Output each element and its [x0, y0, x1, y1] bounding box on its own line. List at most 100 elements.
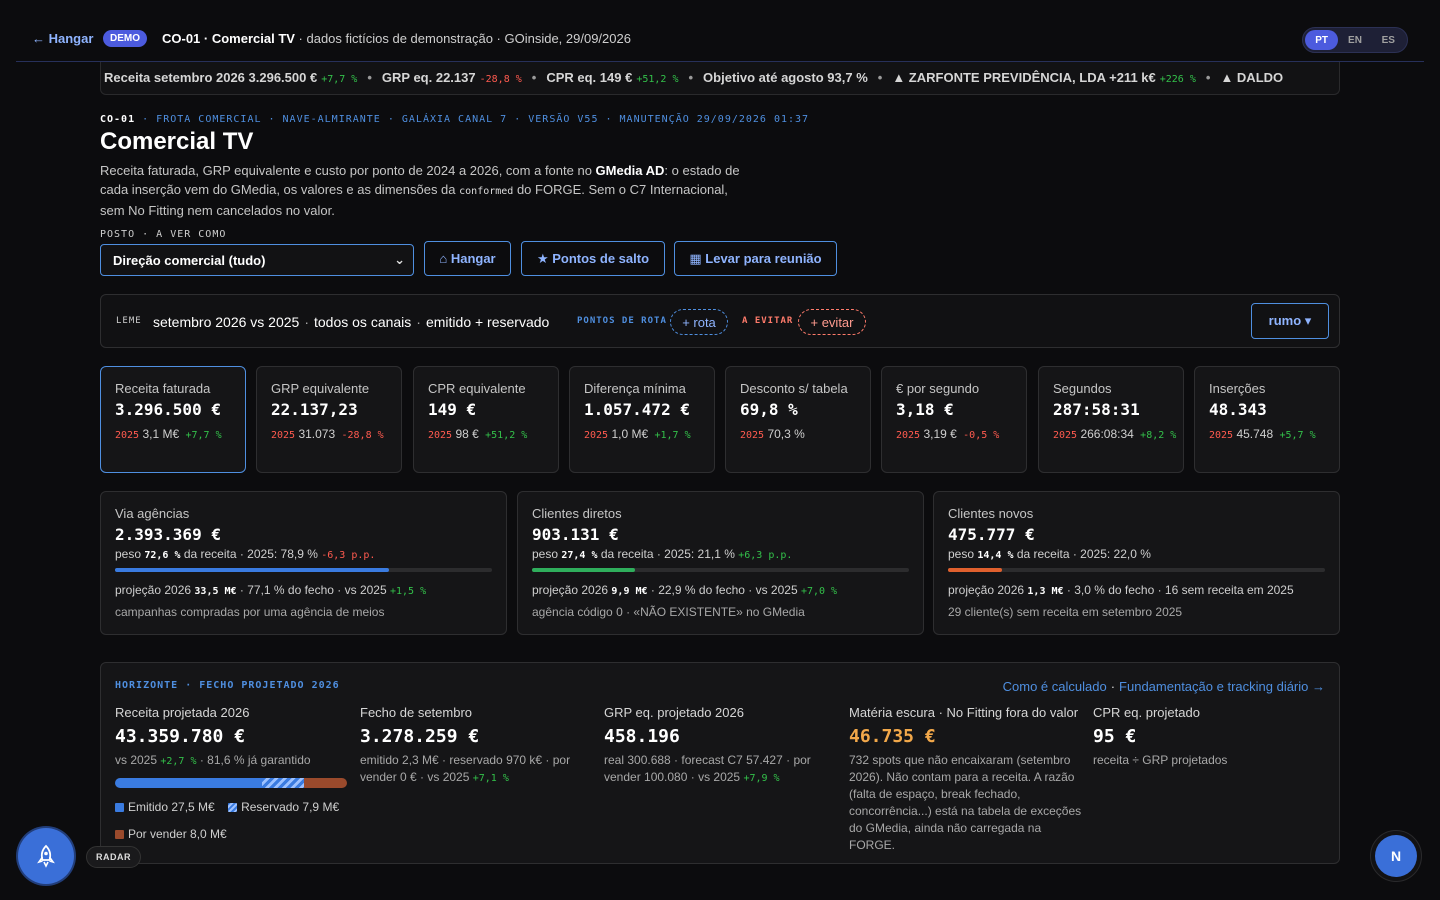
kpi-ticker: Receita setembro 2026 3.296.500 € +7,7 % •… [100, 62, 1340, 95]
kpi-comparison: 2025 98 € +51,2 % [428, 423, 558, 447]
kpi-card[interactable]: Diferença mínima 1.057.472 € 2025 1,0 M€ +… [569, 366, 715, 473]
kpi-comparison: 2025 45.748 +5,7 % [1209, 423, 1339, 447]
kpi-prev: 98 € [455, 427, 479, 441]
proj-text: projeção 2026 [532, 583, 612, 597]
user-avatar[interactable]: N [1370, 830, 1422, 882]
cpr-sub: receita ÷ GRP projetados [1093, 753, 1228, 767]
eyebrow-path: · FROTA COMERCIAL · NAVE-ALMIRANTE · GAL… [135, 114, 810, 125]
ticker-item: CPR eq. 149 € +51,2 % [546, 70, 678, 85]
kpi-delta: -0,5 % [963, 430, 1000, 441]
kpi-prev: 3,19 € [923, 427, 957, 441]
kpi-value: 69,8 % [740, 400, 798, 419]
kpi-label: GRP equivalente [271, 381, 370, 396]
share-text: da receita · 2025: 21,1 % [597, 547, 739, 561]
leme-label: LEME [116, 316, 142, 326]
add-avoid-pill[interactable]: + evitar [798, 309, 866, 335]
dark-matter-value: 46.735 € [849, 726, 936, 747]
kpi-value: 48.343 [1209, 400, 1267, 419]
jump-points-button[interactable]: ★ Pontos de salto [521, 241, 665, 276]
rocket-icon [37, 844, 55, 868]
revenue-stacked-bar [115, 778, 347, 788]
lang-es[interactable]: ES [1372, 30, 1405, 50]
kpi-value: 3,18 € [896, 400, 954, 419]
take-to-meeting-button[interactable]: ▦ Levar para reunião [674, 241, 837, 276]
kpi-card[interactable]: Desconto s/ tabela 69,8 % 2025 70,3 % [725, 366, 871, 473]
tracking-link[interactable]: Fundamentação e tracking diário → [1119, 679, 1325, 694]
legend-por-vender: Por vender 8,0 M€ [128, 827, 227, 841]
back-to-hangar-link[interactable]: ← Hangar [32, 31, 93, 46]
kpi-year: 2025 [428, 430, 453, 441]
proj-text: · 3,0 % do fecho · 16 sem receita em 202… [1063, 583, 1294, 597]
september-label: Fecho de setembro [360, 705, 473, 720]
kpi-card[interactable]: CPR equivalente 149 € 2025 98 € +51,2 % [413, 366, 559, 473]
channel-card[interactable]: Via agências 2.393.369 € peso 72,6 % da re… [100, 491, 507, 635]
kpi-value: 22.137,23 [271, 400, 358, 419]
kpi-delta: +7,7 % [185, 430, 222, 441]
channel-note: agência código 0 · «NÃO EXISTENTE» no GM… [532, 605, 805, 619]
revenue-legend: Emitido 27,5 M€ Reservado 7,9 M€ Por ven… [115, 794, 351, 848]
sub-delta: +7,1 % [472, 773, 509, 784]
how-calculated-link[interactable]: Como é calculado [1003, 679, 1107, 694]
channel-label: Clientes diretos [532, 506, 622, 521]
avoid-label: A EVITAR [742, 316, 794, 326]
ticker-separator: • [877, 70, 883, 85]
ticker-text: ▲ ZARFONTE PREVIDÊNCIA, LDA +211 k€ [892, 70, 1156, 85]
share-bar [948, 568, 1325, 572]
kpi-value: 1.057.472 € [584, 400, 690, 419]
channel-card[interactable]: Clientes diretos 903.131 € peso 27,4 % da … [517, 491, 924, 635]
forecast-revenue-value: 43.359.780 € [115, 726, 246, 747]
kpi-year: 2025 [1209, 430, 1234, 441]
share-text: da receita · 2025: 22,0 % [1013, 547, 1151, 561]
kpi-year: 2025 [1053, 430, 1078, 441]
ticker-text: ▲ DALDO [1220, 70, 1284, 85]
radar-button[interactable] [18, 828, 74, 884]
channel-share: peso 27,4 % da receita · 2025: 21,1 % +6… [532, 547, 909, 561]
rumo-dropdown-button[interactable]: rumo ▾ [1251, 303, 1329, 339]
stack-emitido [115, 778, 262, 788]
kpi-prev: 45.748 [1236, 427, 1274, 441]
share-bar [532, 568, 909, 572]
kpi-delta: -28,8 % [341, 430, 384, 441]
cpr-label: CPR eq. projetado [1093, 705, 1200, 720]
kpi-year: 2025 [115, 430, 140, 441]
kpi-card[interactable]: Inserções 48.343 2025 45.748 +5,7 % [1194, 366, 1340, 473]
sub-delta: +7,9 % [743, 773, 780, 784]
grp-sub: real 300.688 · forecast C7 57.427 · por … [604, 752, 840, 787]
ticker-item: Objetivo até agosto 93,7 % [703, 70, 868, 85]
kpi-card[interactable]: € por segundo 3,18 € 2025 3,19 € -0,5 % [881, 366, 1027, 473]
top-bar: ← Hangar DEMO CO-01 · Comercial TV · dad… [16, 18, 1424, 62]
kpi-value: 287:58:31 [1053, 400, 1140, 419]
language-switcher: PT EN ES [1302, 27, 1408, 53]
channel-card[interactable]: Clientes novos 475.777 € peso 14,4 % da re… [933, 491, 1340, 635]
chevron-down-icon: ⌄ [394, 252, 405, 267]
add-route-pill[interactable]: + rota [670, 309, 728, 335]
channel-share: peso 14,4 % da receita · 2025: 22,0 % [948, 547, 1325, 561]
share-text: peso [948, 547, 978, 561]
kpi-card[interactable]: GRP equivalente 22.137,23 2025 31.073 -28,… [256, 366, 402, 473]
share-bar [115, 568, 492, 572]
leme-summary[interactable]: setembro 2026 vs 2025 · todos os canais · em… [153, 314, 549, 330]
proj-text: · 77,1 % do fecho · vs 2025 [236, 583, 390, 597]
avatar-initial: N [1375, 835, 1417, 877]
kpi-delta: +8,2 % [1140, 430, 1177, 441]
kpi-card[interactable]: Receita faturada 3.296.500 € 2025 3,1 M€ +… [100, 366, 246, 473]
lang-en[interactable]: EN [1338, 30, 1371, 50]
ticker-delta: -28,8 % [479, 74, 522, 85]
kpi-comparison: 2025 3,1 M€ +7,7 % [115, 423, 245, 447]
kpi-year: 2025 [584, 430, 609, 441]
dark-matter-sub: 732 spots que não encaixaram (setembro 2… [849, 753, 1082, 852]
page-title: Comercial TV [100, 128, 254, 155]
kpi-delta: +1,7 % [654, 430, 691, 441]
kpi-year: 2025 [740, 430, 765, 441]
sub-text: emitido 2,3 M€ · reservado 970 k€ · por … [360, 753, 571, 784]
hangar-button[interactable]: ⌂ Hangar [424, 241, 511, 276]
breadcrumb-detail: · dados fictícios de demonstração · GOin… [294, 31, 631, 46]
share-bar-fill [948, 568, 1003, 572]
kpi-label: Desconto s/ tabela [740, 381, 848, 396]
channel-projection: projeção 2026 1,3 M€ · 3,0 % do fecho · … [948, 583, 1325, 597]
kpi-card[interactable]: Segundos 287:58:31 2025 266:08:34 +8,2 % [1038, 366, 1184, 473]
kpi-year: 2025 [271, 430, 296, 441]
view-as-select[interactable]: Direção comercial (tudo) ⌄ [100, 244, 414, 276]
lang-pt[interactable]: PT [1305, 30, 1339, 50]
share-text: peso [532, 547, 562, 561]
